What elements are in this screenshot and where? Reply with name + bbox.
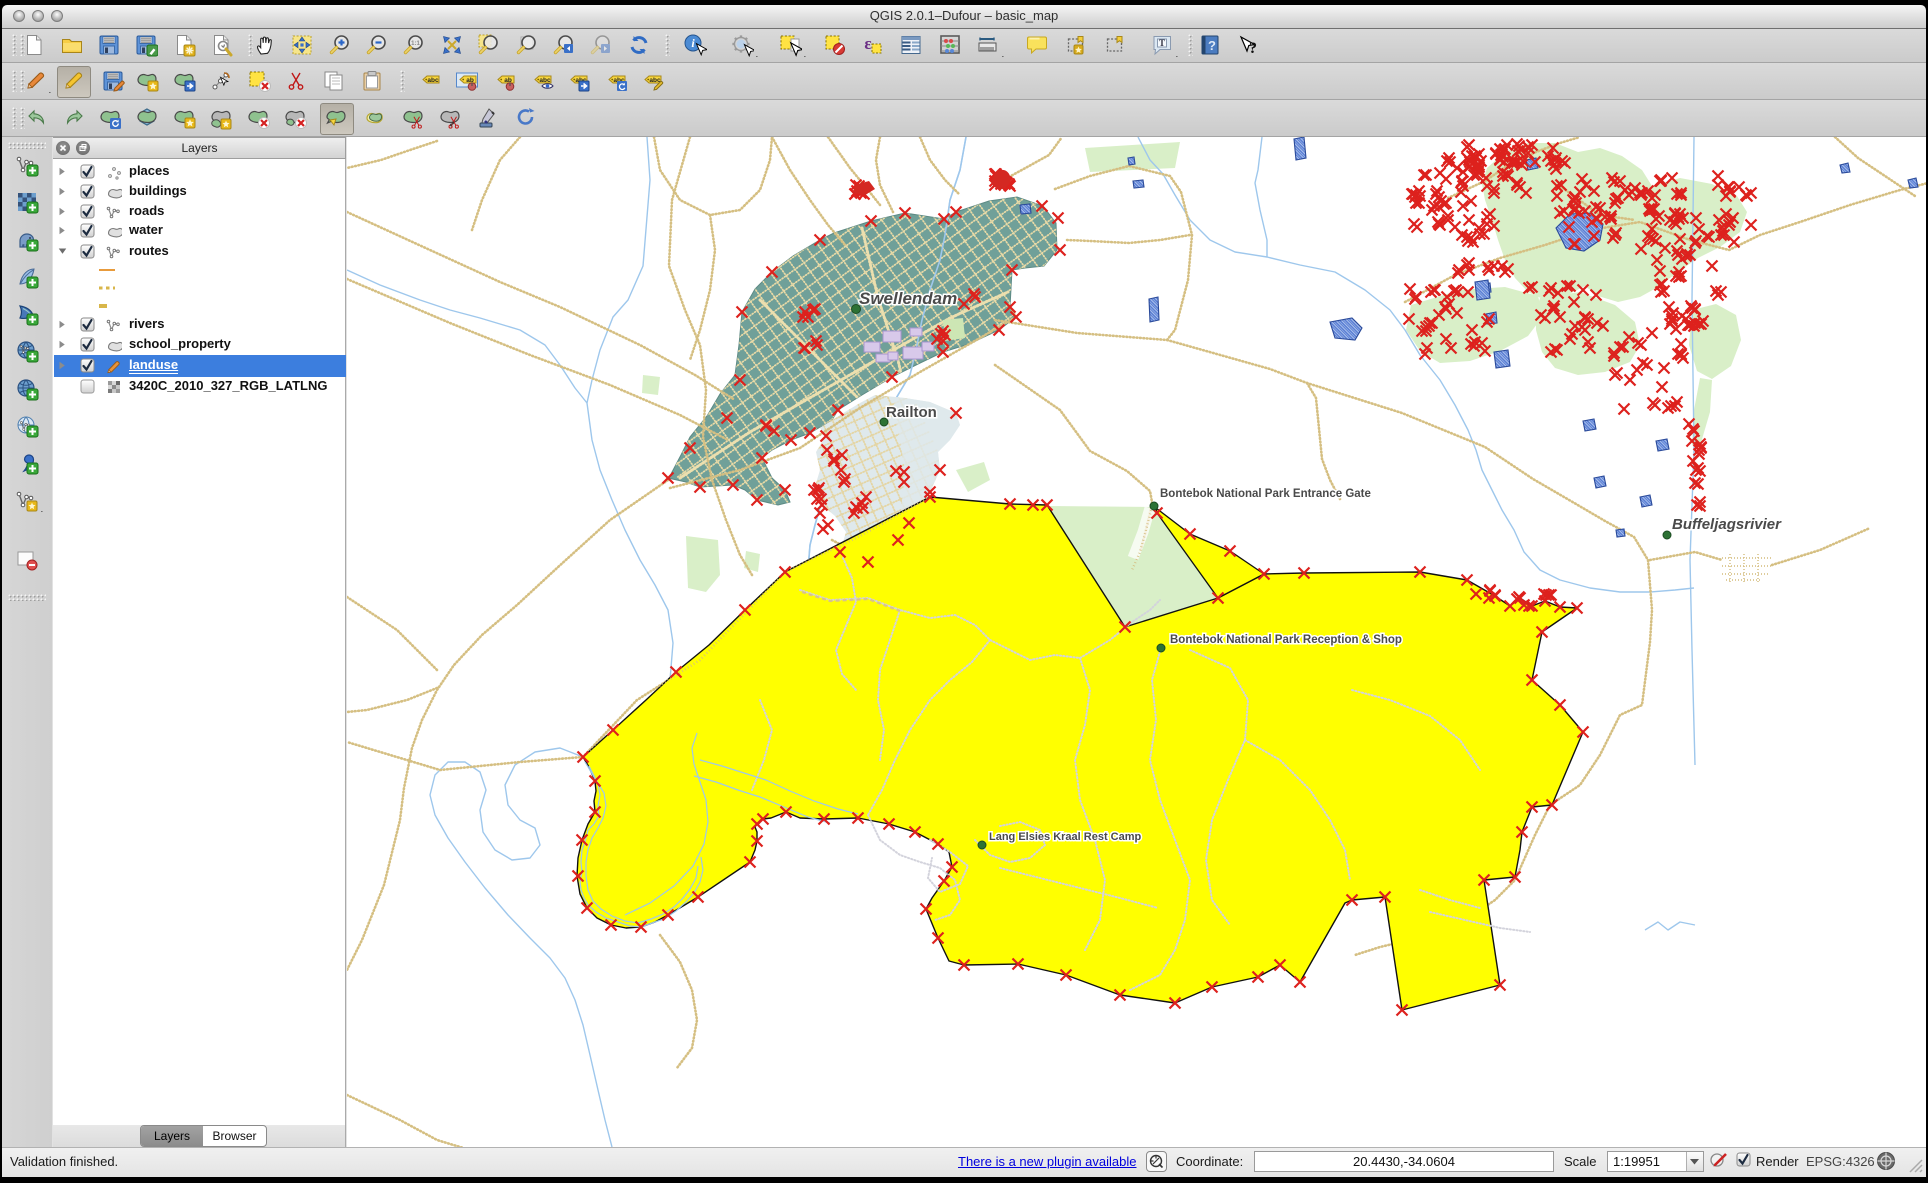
svg-text:Bontebok National Park Entranc: Bontebok National Park Entrance Gate <box>1160 488 1371 500</box>
svg-text:abc: abc <box>539 77 551 84</box>
svg-text:Buffeljagsrivier: Buffeljagsrivier <box>1672 516 1782 533</box>
svg-text:Swellendam: Swellendam <box>859 289 957 308</box>
svg-text:Bontebok National Park Recepti: Bontebok National Park Reception & Shop <box>1170 634 1402 646</box>
svg-text:abc: abc <box>427 77 439 84</box>
svg-text:Railton: Railton <box>886 404 937 421</box>
svg-text:Lang Elsies Kraal Rest Camp: Lang Elsies Kraal Rest Camp <box>989 831 1142 843</box>
svg-text:?: ? <box>1208 38 1216 53</box>
svg-text:?: ? <box>1249 40 1257 57</box>
svg-text:1:1: 1:1 <box>411 41 420 47</box>
svg-text:ε: ε <box>864 34 871 53</box>
svg-text:T: T <box>1159 38 1165 48</box>
